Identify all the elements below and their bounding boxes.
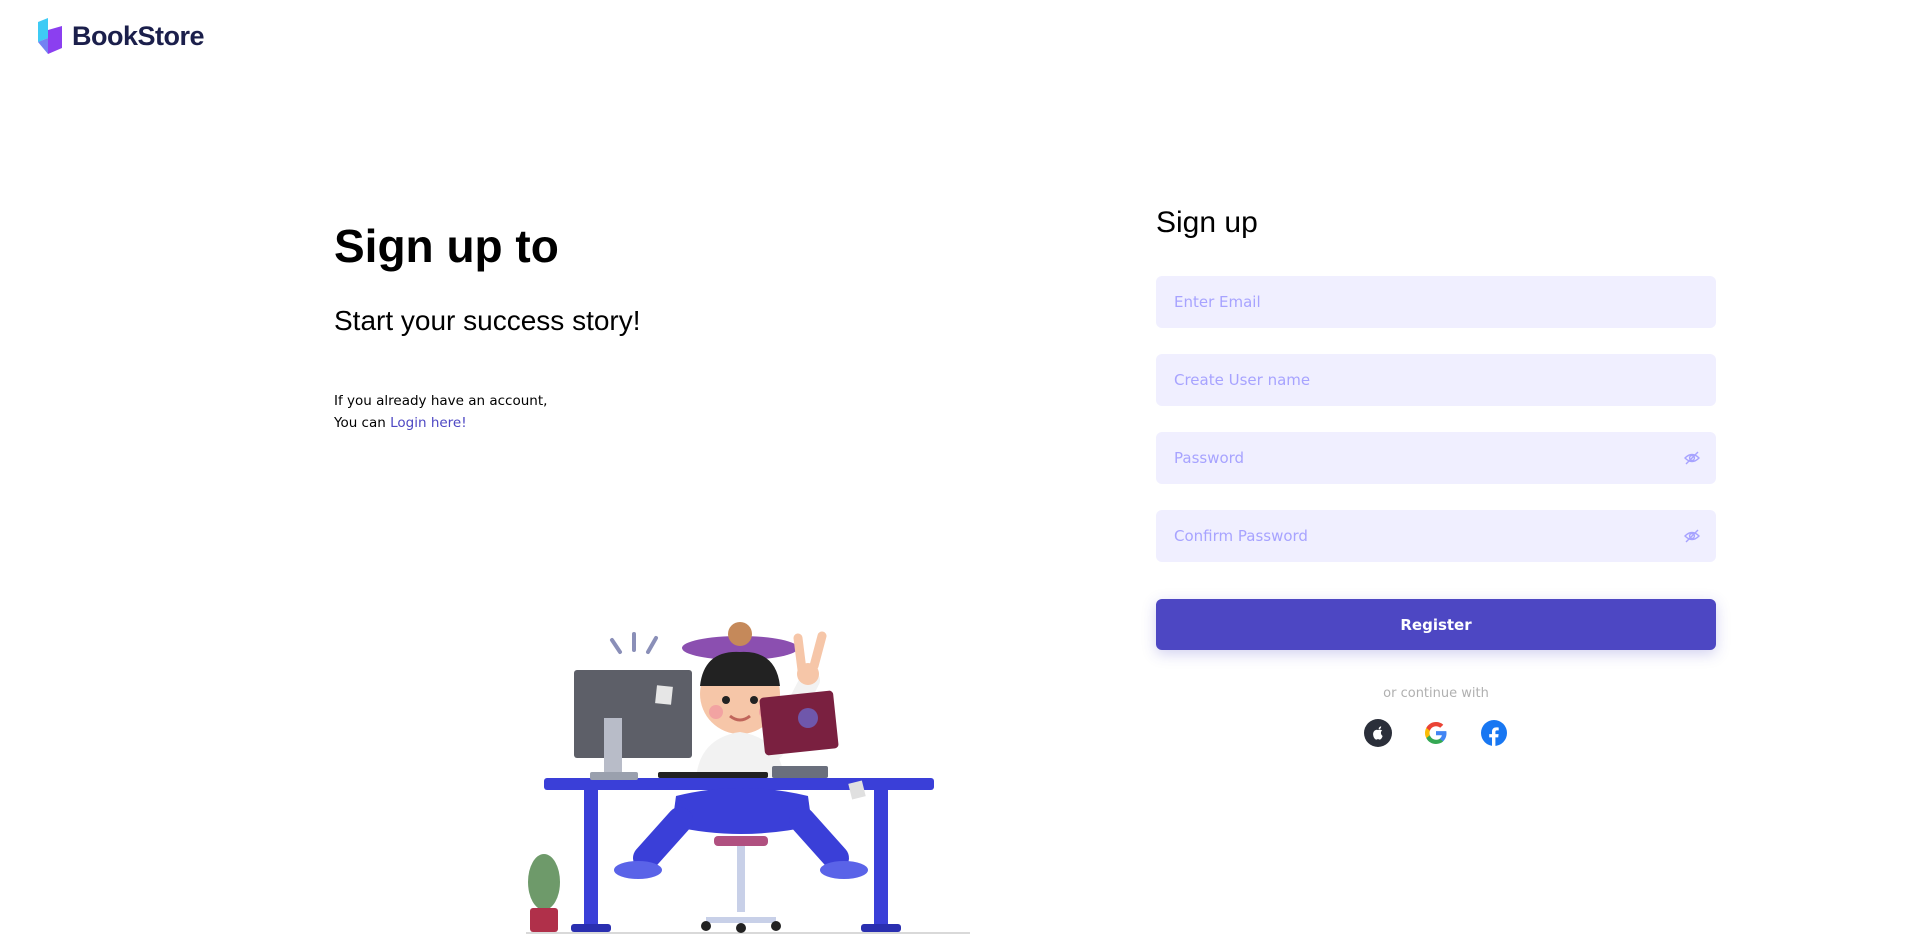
login-link[interactable]: Login here!	[390, 415, 467, 431]
facebook-login-button[interactable]	[1480, 719, 1508, 747]
hero-title: Sign up to	[334, 220, 559, 272]
email-field-container	[1156, 276, 1716, 328]
signup-form: Sign up Register or continue with	[1156, 204, 1716, 747]
hero-section: Sign up to Start your success story! If …	[334, 218, 974, 434]
brand-name: BookStore	[72, 20, 205, 51]
form-title: Sign up	[1156, 206, 1258, 239]
password-input[interactable]	[1156, 432, 1716, 484]
eye-off-icon[interactable]	[1684, 450, 1700, 466]
eye-off-icon[interactable]	[1684, 528, 1700, 544]
username-input[interactable]	[1156, 354, 1716, 406]
login-prompt-prefix: You can	[334, 415, 386, 431]
login-prompt: If you already have an account, You can …	[334, 390, 974, 434]
apple-icon	[1364, 719, 1392, 747]
person-at-desk-illustration	[526, 622, 970, 934]
google-login-button[interactable]	[1422, 719, 1450, 747]
username-field-container	[1156, 354, 1716, 406]
continue-with-label: or continue with	[1383, 686, 1489, 701]
hero-subtitle: Start your success story!	[334, 305, 641, 336]
email-input[interactable]	[1156, 276, 1716, 328]
login-prompt-line1: If you already have an account,	[334, 393, 548, 409]
password-field-container	[1156, 432, 1716, 484]
confirm-password-input[interactable]	[1156, 510, 1716, 562]
confirm-password-field-container	[1156, 510, 1716, 562]
google-icon	[1425, 722, 1447, 744]
apple-login-button[interactable]	[1364, 719, 1392, 747]
brand-logo[interactable]: BookStore	[36, 18, 205, 54]
social-login-group	[1156, 719, 1716, 747]
facebook-icon	[1481, 720, 1507, 746]
register-button[interactable]: Register	[1156, 599, 1716, 650]
bookstore-logo-icon	[38, 18, 62, 54]
